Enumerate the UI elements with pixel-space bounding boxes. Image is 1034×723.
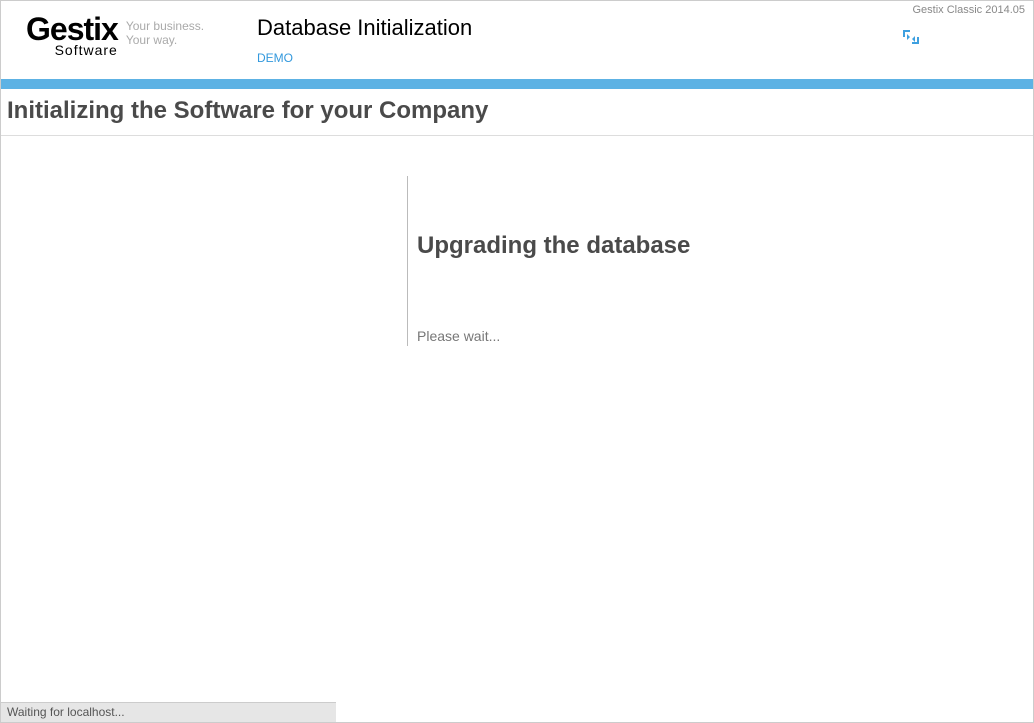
logo-text: Gestix Software xyxy=(26,15,118,58)
content-message: Please wait... xyxy=(417,328,1033,344)
logo: Gestix Software Your business. Your way. xyxy=(26,15,204,58)
version-label: Gestix Classic 2014.05 xyxy=(913,4,1026,16)
content-heading: Upgrading the database xyxy=(417,176,1033,260)
vertical-divider xyxy=(407,176,408,346)
tagline-line1: Your business. xyxy=(126,19,204,33)
section-title: Initializing the Software for your Compa… xyxy=(1,89,1033,136)
logo-text-main: Gestix xyxy=(26,15,118,44)
demo-link[interactable]: DEMO xyxy=(257,51,293,65)
header: Gestix Classic 2014.05 Gestix Software Y… xyxy=(1,1,1033,79)
status-bar: Waiting for localhost... xyxy=(1,702,336,722)
blue-bar xyxy=(1,79,1033,89)
tagline-line2: Your way. xyxy=(126,33,204,47)
content-area: Upgrading the database Please wait... xyxy=(1,176,1033,344)
page-title: Database Initialization xyxy=(257,15,472,41)
refresh-icon[interactable] xyxy=(899,26,923,50)
logo-text-sub: Software xyxy=(55,42,118,58)
logo-tagline: Your business. Your way. xyxy=(126,19,204,48)
